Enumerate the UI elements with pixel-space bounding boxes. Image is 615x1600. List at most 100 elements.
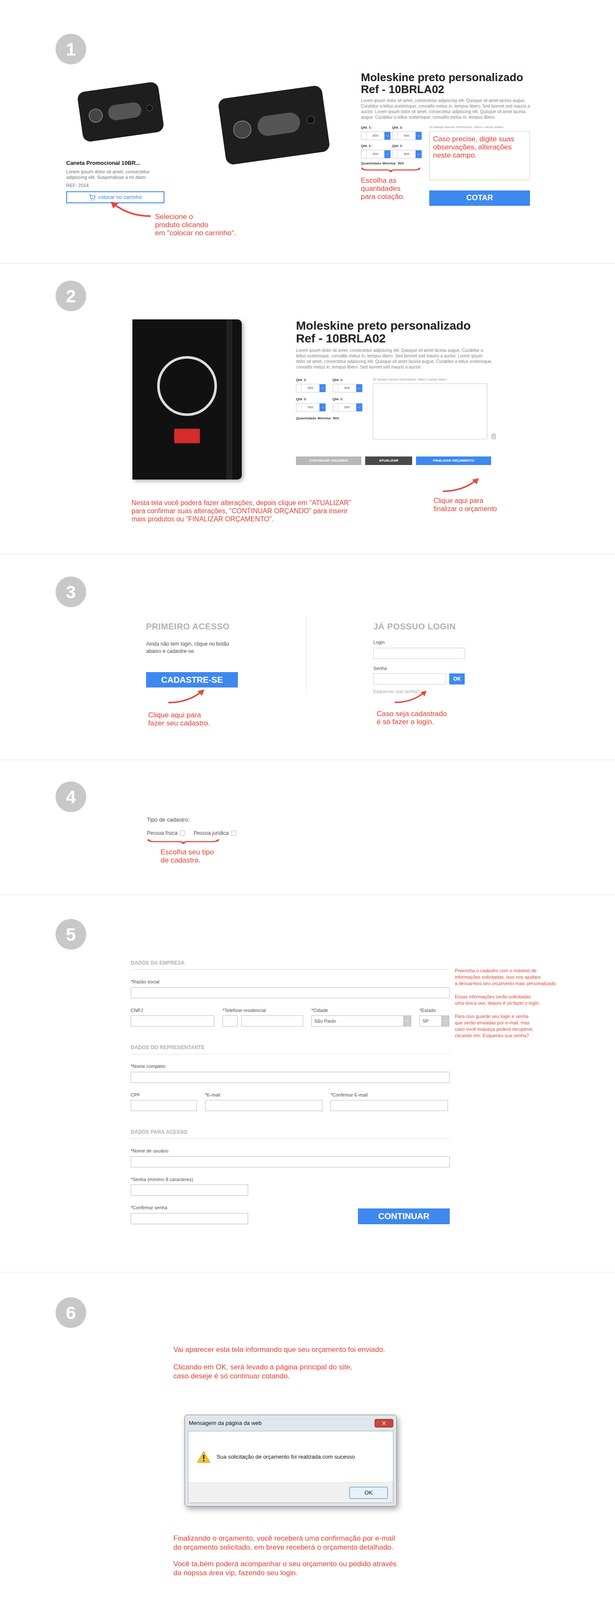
product-details: Moleskine preto personalizadoRef - 10BRL… [295,319,497,480]
chevron-down-icon [385,134,390,138]
login-button[interactable]: OK [449,673,465,685]
cart-action-button[interactable]: CONTINUAR ORÇANDO [295,456,362,466]
register-button[interactable]: CADASTRE-SE [146,672,238,688]
quantity-field: Qtd. 1:500 [295,377,329,393]
chevron-down-icon [385,152,390,157]
registration-type-option[interactable]: Pessoa física [146,829,185,838]
select-input[interactable]: SP [419,1015,450,1027]
text-input[interactable] [130,1184,249,1196]
form-field: *Nome completo [130,1063,450,1084]
text-input[interactable] [130,1156,450,1168]
phone-input[interactable] [241,1015,304,1027]
notes-label: Se desejar maiores informações, utilize … [429,125,531,130]
quantity-field: Qtd. 1:500 [360,143,391,159]
form-note: Essas informações serão solicitadasuma ú… [454,993,583,1007]
cart-action-button[interactable]: FINALIZAR ORÇAMENTO [415,456,492,466]
form-note: Preencha o cadastro com o máximo deinfor… [454,967,583,987]
checkbox[interactable] [231,830,237,836]
quantity-select[interactable]: 500 [332,383,363,393]
password-input[interactable] [373,673,446,685]
arrow-icon [167,687,206,706]
notes-textarea[interactable] [372,383,488,440]
area-code-input[interactable] [222,1015,238,1027]
text-input[interactable] [130,1015,215,1027]
text-input[interactable] [130,1100,197,1112]
divider [306,615,307,693]
quantity-select[interactable]: 500 [332,403,363,412]
step-number: 1 [55,33,87,65]
text-input[interactable] [130,1213,249,1225]
arrow-icon [108,200,152,218]
quantity-select[interactable]: 500 [360,149,391,159]
bracket-icon [360,166,421,173]
notes-textarea[interactable]: Caso precise, digite suas observações, a… [429,131,531,181]
quantity-label: Qtd. 1: [332,396,366,402]
warning-icon [196,1451,211,1464]
registration-type-label: Tipo de cadastro: [146,815,615,825]
tutorial-page: 1Caneta Promocional 10BR...Lorem ipsum d… [0,0,615,1600]
chevron-down-icon [320,386,325,391]
registration-type-option[interactable]: Pessoa jurídica [193,829,237,838]
text-input[interactable] [330,1100,449,1112]
field-label: *Nome completo [130,1063,450,1071]
chevron-down-icon [416,152,421,157]
login-input[interactable] [373,647,466,659]
ok-button[interactable]: OK [349,1487,388,1500]
form-field: *EstadoSP [419,1007,450,1028]
arrow-icon [393,688,428,706]
forgot-password-link[interactable]: Esqueceu sua senha? [373,688,485,696]
register-annotation: Clique aqui parafazer seu cadastro. [148,711,307,728]
add-to-cart-button[interactable]: colocar no carrinho [66,191,165,204]
quantity-field: Qtd. 1:500 [392,125,422,141]
trash-icon[interactable] [490,433,497,440]
form-field: *Senha (mínimo 8 caracteres) [130,1176,249,1197]
quantity-select[interactable]: 500 [295,403,326,412]
form-notes: Preencha o cadastro com o máximo deinfor… [454,967,583,1225]
form-field: *Telefone residencial [222,1007,304,1028]
chevron-down-icon [357,405,361,410]
quantity-label: Qtd. 1: [392,125,422,131]
form-field: *Nome de usuário [130,1147,450,1168]
text-input[interactable] [130,987,450,999]
quantity-select[interactable]: 500 [360,131,391,141]
alert-dialog: Mensagem da página da webSua solicitação… [184,1414,397,1507]
quantity-field: Qtd. 1:500 [360,125,391,141]
checkbox[interactable] [179,830,185,836]
login-panel: JÁ POSSUO LOGINLoginSenhaOKEsqueceu sua … [373,620,485,728]
text-input[interactable] [205,1100,323,1112]
continue-button[interactable]: CONTINUAR [357,1208,450,1225]
step-number: 4 [55,781,87,813]
quantity-label: Qtd. 1: [332,377,366,383]
card-description: Lorem ipsum dolor sit amet, consectetur … [66,169,152,181]
cart-annotation: Nesta tela você poderá fazer alterações,… [131,498,434,524]
step-3: 3 PRIMEIRO ACESSO Ainda não tem login, cli… [0,554,615,761]
panel-heading: PRIMEIRO ACESSO [146,620,307,633]
quantity-select[interactable]: 500 [392,131,422,141]
close-button[interactable] [374,1419,394,1428]
cart-action-button[interactable]: ATUALIZAR [365,456,413,466]
field-label: *Cidade [311,1007,412,1015]
intro-paragraph: Vai aparecer esta tela informando que se… [173,1345,615,1355]
cart-icon [88,193,96,201]
finish-annotation: Clique aqui parafinalizar o orçamento [433,496,498,513]
product-details: Moleskine preto personalizadoRef - 10BRL… [360,71,532,238]
dialog-message: Sua solicitação de orçamento foi realiza… [216,1452,355,1462]
step-6: 6Vai aparecer esta tela informando que s… [0,1272,615,1600]
product-large-photo [204,71,344,179]
select-input[interactable]: São Paulo [311,1015,412,1027]
step-number: 2 [55,280,87,312]
step-number: 3 [55,576,87,608]
quote-button[interactable]: COTAR [429,190,531,206]
field-label: *Telefone residencial [222,1007,304,1015]
quantity-select[interactable]: 500 [295,383,326,393]
quantity-select[interactable]: 500 [392,149,422,159]
form-field: *Confirmar senha [130,1204,249,1225]
quantity-label: Qtd. 1: [360,143,391,149]
first-access-text: Ainda não tem login, clique no botãoabai… [146,640,307,656]
field-label: *E-mail [205,1091,323,1099]
minimum-quantity: Quantidade Mínima: 500 [295,415,365,422]
field-label: *Estado [419,1007,450,1015]
chevron-down-icon [320,405,325,410]
text-input[interactable] [130,1071,450,1084]
card-ref: REF: 2014 [66,181,176,190]
